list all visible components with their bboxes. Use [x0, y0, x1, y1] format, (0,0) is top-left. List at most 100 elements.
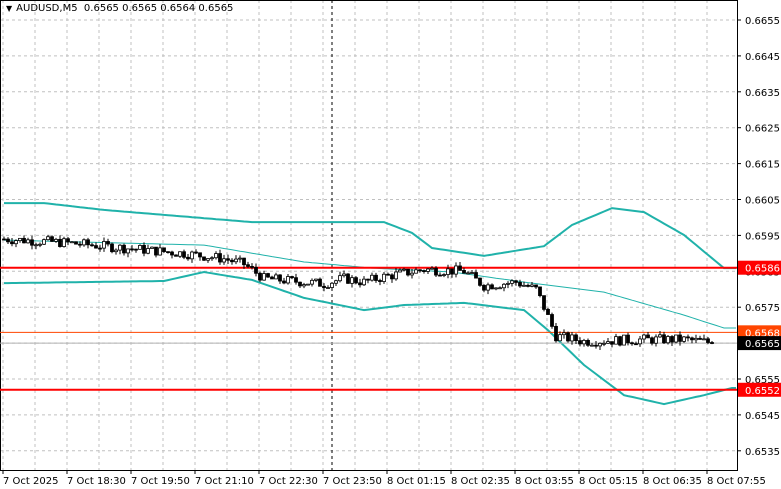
candle-bearish: [630, 342, 634, 345]
candle-bearish: [110, 243, 114, 253]
candle-bearish: [586, 339, 590, 346]
candle-bearish: [290, 276, 294, 279]
candle-bearish: [422, 270, 426, 272]
candle-bearish: [94, 245, 98, 249]
candle-bullish: [150, 246, 154, 249]
candle-bullish: [38, 243, 42, 246]
candle-bullish: [702, 338, 706, 341]
candle-bullish: [342, 273, 346, 277]
candle-bearish: [358, 282, 362, 286]
candle-bullish: [190, 251, 194, 260]
candle-bearish: [218, 253, 222, 263]
price-label-bid: 0.6565: [745, 339, 780, 350]
price-label-resistance: 0.6586: [745, 264, 780, 275]
candle-bullish: [326, 287, 330, 289]
candle-bullish: [414, 269, 418, 274]
candle-bullish: [498, 287, 502, 290]
candle-bearish: [278, 274, 282, 282]
x-tick-label: 7 Oct 18:30: [67, 476, 126, 487]
x-tick-label: 7 Oct 2025: [3, 476, 58, 487]
candle-bearish: [294, 277, 298, 283]
candle-bearish: [514, 280, 518, 283]
candle-bearish: [542, 295, 546, 310]
candle-bullish: [114, 249, 118, 253]
candle-bearish: [198, 252, 202, 258]
candle-bullish: [34, 244, 38, 247]
candle-bearish: [458, 265, 462, 271]
candle-bearish: [186, 256, 190, 260]
collapse-triangle-icon[interactable]: ▼: [6, 4, 12, 13]
candle-bullish: [42, 239, 46, 245]
candle-bearish: [122, 244, 126, 254]
candle-bearish: [174, 254, 178, 257]
candle-bearish: [374, 274, 378, 281]
candle-bearish: [406, 268, 410, 276]
candle-bearish: [678, 334, 682, 342]
candle-bullish: [666, 336, 670, 344]
candle-bearish: [482, 284, 486, 291]
candle-bearish: [90, 244, 94, 247]
x-tick-label: 8 Oct 03:55: [515, 476, 574, 487]
candle-bullish: [430, 267, 434, 270]
candle-bearish: [710, 342, 714, 344]
y-tick-label: 0.6655: [745, 16, 780, 27]
candle-bullish: [302, 284, 306, 287]
candle-bearish: [546, 308, 550, 315]
candle-bearish: [550, 314, 554, 327]
candle-bullish: [382, 273, 386, 282]
candle-bullish: [206, 258, 210, 261]
candle-bullish: [494, 287, 498, 290]
candle-bullish: [314, 278, 318, 281]
x-tick-label: 8 Oct 06:35: [643, 476, 702, 487]
candle-bearish: [246, 264, 250, 267]
x-tick-label: 7 Oct 23:50: [323, 476, 382, 487]
candle-bearish: [594, 344, 598, 347]
y-tick-label: 0.6645: [745, 52, 780, 63]
candle-bullish: [82, 239, 86, 246]
candle-bearish: [78, 243, 82, 246]
candle-bullish: [362, 278, 366, 286]
candle-bearish: [478, 277, 482, 286]
candle-bullish: [334, 280, 338, 284]
x-tick-label: 8 Oct 02:35: [451, 476, 510, 487]
candle-bearish: [170, 251, 174, 256]
candle-bullish: [694, 337, 698, 341]
candle-bearish: [298, 281, 302, 287]
candle-bearish: [462, 270, 466, 274]
candle-bearish: [98, 247, 102, 250]
candle-bearish: [318, 278, 322, 287]
candle-bullish: [338, 275, 342, 282]
candle-bullish: [70, 241, 74, 244]
candle-bearish: [134, 248, 138, 251]
candle-bullish: [370, 274, 374, 281]
candle-bullish: [638, 338, 642, 345]
candle-bearish: [226, 258, 230, 261]
candle-bullish: [286, 276, 290, 284]
candle-bearish: [86, 239, 90, 246]
candle-bullish: [454, 265, 458, 275]
candle-bearish: [434, 267, 438, 276]
candle-bullish: [602, 342, 606, 345]
candle-bearish: [578, 340, 582, 345]
candle-bearish: [230, 259, 234, 263]
candle-bullish: [598, 342, 602, 347]
candle-bullish: [330, 282, 334, 288]
candle-bullish: [654, 336, 658, 344]
candle-bullish: [394, 271, 398, 280]
candle-bullish: [658, 334, 662, 338]
candle-bullish: [590, 344, 594, 347]
candle-bullish: [506, 282, 510, 285]
candle-bullish: [398, 269, 402, 273]
candle-bullish: [622, 334, 626, 346]
candle-bullish: [522, 284, 526, 287]
candle-bearish: [250, 266, 254, 268]
price-chart[interactable]: 0.6655 0.6645 0.6635 0.6625 0.6615 0.6605 0.65…: [0, 0, 781, 489]
chart-window[interactable]: 0.6655 0.6645 0.6635 0.6625 0.6615 0.6605 0.65…: [0, 0, 781, 489]
candle-bearish: [30, 239, 34, 246]
candle-bullish: [146, 248, 150, 254]
candle-bearish: [154, 246, 158, 256]
candle-bullish: [410, 272, 414, 276]
candle-bullish: [306, 283, 310, 286]
candle-bearish: [194, 251, 198, 254]
candle-bullish: [18, 237, 22, 242]
